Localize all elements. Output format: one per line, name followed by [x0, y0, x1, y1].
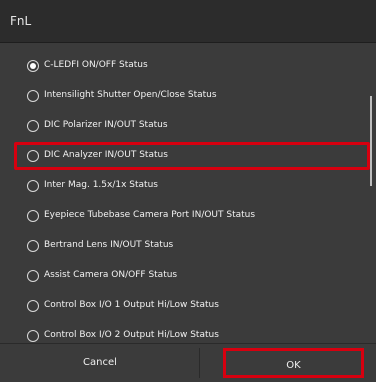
option-row[interactable]: Bertrand Lens IN/OUT Status — [18, 234, 368, 260]
option-row[interactable]: Intensilight Shutter Open/Close Status — [18, 84, 368, 110]
fnl-dialog: FnL C-LEDFI ON/OFF Status Intensilight S… — [0, 0, 376, 382]
radio-icon[interactable] — [27, 90, 39, 102]
footer-divider — [199, 348, 200, 378]
dialog-footer: Cancel OK — [0, 343, 376, 382]
radio-icon[interactable] — [27, 300, 39, 312]
cancel-button[interactable]: Cancel — [10, 344, 190, 382]
radio-icon[interactable] — [27, 330, 39, 342]
option-label: Bertrand Lens IN/OUT Status — [44, 240, 174, 250]
radio-selected-icon[interactable] — [27, 60, 39, 72]
option-label: Assist Camera ON/OFF Status — [44, 270, 178, 280]
radio-icon[interactable] — [27, 180, 39, 192]
option-label: Eyepiece Tubebase Camera Port IN/OUT Sta… — [44, 210, 256, 220]
radio-icon[interactable] — [27, 210, 39, 222]
option-row[interactable]: Assist Camera ON/OFF Status — [18, 264, 368, 290]
dialog-title: FnL — [10, 14, 32, 28]
option-label: Intensilight Shutter Open/Close Status — [44, 90, 217, 100]
option-label: Control Box I/O 2 Output Hi/Low Status — [44, 330, 219, 340]
option-label: Inter Mag. 1.5x/1x Status — [44, 180, 158, 190]
option-row[interactable]: Eyepiece Tubebase Camera Port IN/OUT Sta… — [18, 204, 368, 230]
radio-icon[interactable] — [27, 270, 39, 282]
option-row[interactable]: DIC Polarizer IN/OUT Status — [18, 114, 368, 140]
option-label: C-LEDFI ON/OFF Status — [44, 60, 148, 70]
option-label: DIC Polarizer IN/OUT Status — [44, 120, 168, 130]
option-row[interactable]: Inter Mag. 1.5x/1x Status — [18, 174, 368, 200]
dialog-titlebar: FnL — [0, 0, 376, 43]
selection-highlight-box — [14, 142, 370, 170]
radio-icon[interactable] — [27, 120, 39, 132]
option-label: Control Box I/O 1 Output Hi/Low Status — [44, 300, 219, 310]
option-row[interactable]: C-LEDFI ON/OFF Status — [18, 54, 368, 80]
list-scrollbar[interactable] — [370, 96, 372, 186]
radio-icon[interactable] — [27, 240, 39, 252]
ok-button[interactable]: OK — [223, 348, 364, 378]
option-row[interactable]: Control Box I/O 1 Output Hi/Low Status — [18, 294, 368, 320]
